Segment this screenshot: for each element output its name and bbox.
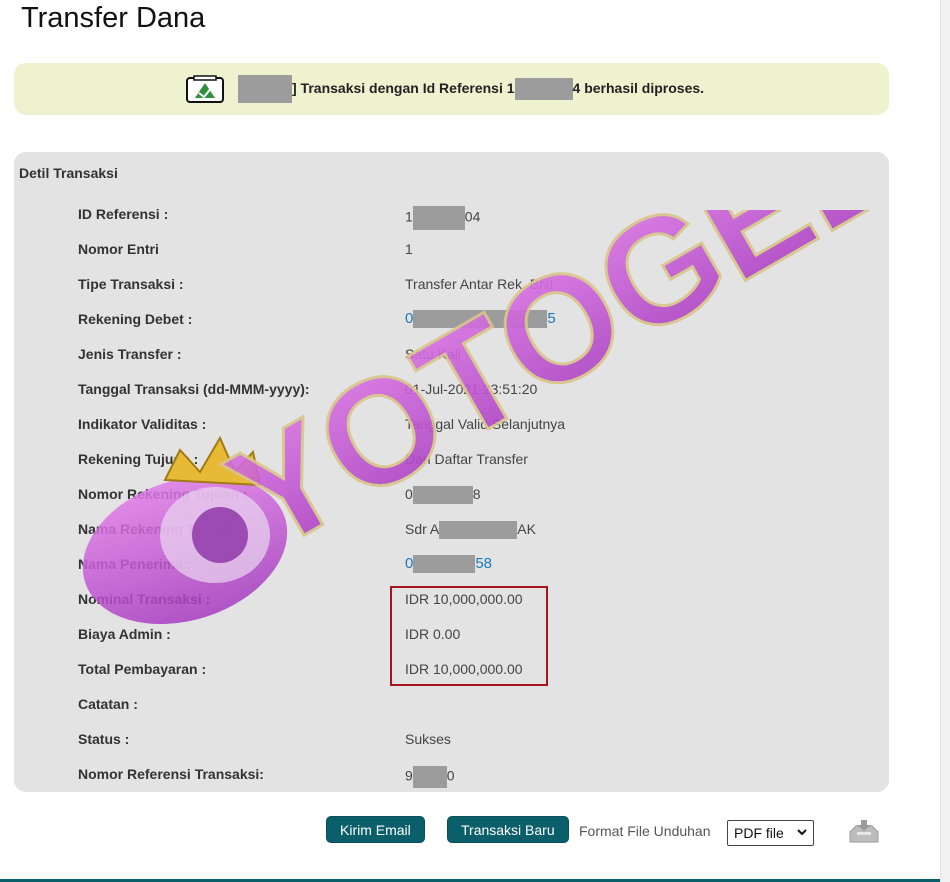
redacted-block (413, 555, 476, 574)
detail-label-tipe-transaksi: Tipe Transaksi : (78, 276, 184, 292)
redacted-block (412, 766, 447, 788)
scrollbar[interactable] (940, 0, 950, 882)
page-title: Transfer Dana (21, 2, 206, 34)
success-message-part1: ] Transaksi dengan Id Referensi 1 (292, 80, 515, 96)
detail-label-nomor-rekening-tujuan: Nomor Rekening Tujuan : (78, 486, 248, 502)
value-part[interactable]: 58 (475, 555, 492, 572)
detail-label-nama-penerima: Nama Penerima : (78, 556, 192, 572)
detail-value-nomor-referensi-transaksi: 90 (405, 766, 455, 788)
detail-label-total-pembayaran: Total Pembayaran : (78, 661, 207, 677)
detail-label-nominal-transaksi: Nominal Transaksi : (78, 591, 211, 607)
amount-highlight-box (390, 586, 548, 686)
transaksi-baru-button[interactable]: Transaksi Baru (447, 816, 569, 843)
redacted-block (412, 206, 465, 230)
value-part[interactable]: 0 (405, 310, 413, 327)
detail-label-tanggal-transaksi: Tanggal Transaksi (dd-MMM-yyyy): (78, 381, 310, 397)
value-part: Sdr A (405, 521, 440, 537)
redacted-block (238, 75, 292, 104)
value-part[interactable]: 0 (405, 555, 413, 572)
success-check-icon (186, 75, 224, 103)
redacted-block (413, 310, 548, 329)
detail-value-rekening-debet[interactable]: 05 (405, 310, 556, 329)
format-file-select[interactable]: PDF file (727, 820, 814, 846)
detail-label-rekening-debet: Rekening Debet : (78, 311, 193, 327)
value-part: 0 (446, 767, 455, 784)
value-part[interactable]: 5 (547, 310, 555, 327)
success-message-part2: 4 berhasil diproses. (572, 80, 705, 96)
detail-label-status: Status : (78, 731, 130, 747)
detail-label-id-referensi: ID Referensi : (78, 206, 169, 222)
panel-title: Detil Transaksi (19, 165, 118, 181)
chevron-down-icon (797, 829, 807, 836)
detail-value-tanggal-transaksi: 01-Jul-2021 23:51:20 (405, 381, 538, 397)
detail-label-rekening-tujuan: Rekening Tujuan : (78, 451, 199, 467)
detail-value-status: Sukses (405, 731, 451, 747)
value-part: 04 (464, 208, 481, 225)
detail-label-nomor-entri: Nomor Entri (78, 241, 159, 257)
value-part: 8 (472, 486, 481, 502)
detail-value-indikator-validitas: Tanggal Valid Selanjutnya (405, 416, 566, 432)
detail-value-nomor-rekening-tujuan: 08 (405, 486, 481, 505)
detail-label-jenis-transfer: Jenis Transfer : (78, 346, 182, 362)
detail-value-jenis-transfer: Satu Kali (405, 346, 462, 362)
detail-label-biaya-admin: Biaya Admin : (78, 626, 171, 642)
redacted-block (439, 521, 518, 540)
value-part: AK (517, 521, 536, 537)
success-banner: ] Transaksi dengan Id Referensi 1 4 berha… (14, 63, 889, 115)
detail-label-nomor-referensi-transaksi: Nomor Referensi Transaksi: (78, 766, 264, 782)
detail-value-tipe-transaksi: Transfer Antar Rek. BNI (405, 276, 554, 292)
download-tray-icon[interactable] (848, 818, 880, 844)
detail-value-nomor-entri: 1 (405, 241, 413, 257)
value-part: 9 (405, 767, 413, 784)
detail-value-nama-penerima[interactable]: 0 58 (405, 555, 492, 574)
success-message: ] Transaksi dengan Id Referensi 1 4 berha… (238, 63, 704, 115)
value-part: 1 (405, 208, 413, 225)
detail-value-nama-rekening-tujuan: Sdr A AK (405, 521, 536, 540)
detail-label-nama-rekening-tujuan: Nama Rekening Tujuan : (78, 521, 241, 537)
redacted-block (514, 78, 573, 101)
detail-value-rekening-tujuan: Dari Daftar Transfer (405, 451, 528, 467)
detail-label-catatan: Catatan : (78, 696, 138, 712)
format-file-label: Format File Unduhan (579, 823, 711, 839)
detail-value-id-referensi: 1 04 (405, 206, 480, 230)
value-part: 0 (405, 486, 413, 502)
redacted-block (412, 486, 473, 505)
format-file-value: PDF file (734, 825, 784, 841)
kirim-email-button[interactable]: Kirim Email (326, 816, 425, 843)
detail-label-indikator-validitas: Indikator Validitas : (78, 416, 207, 432)
transaction-detail-panel: Detil Transaksi ID Referensi : 1 04 Nomor… (14, 152, 889, 792)
